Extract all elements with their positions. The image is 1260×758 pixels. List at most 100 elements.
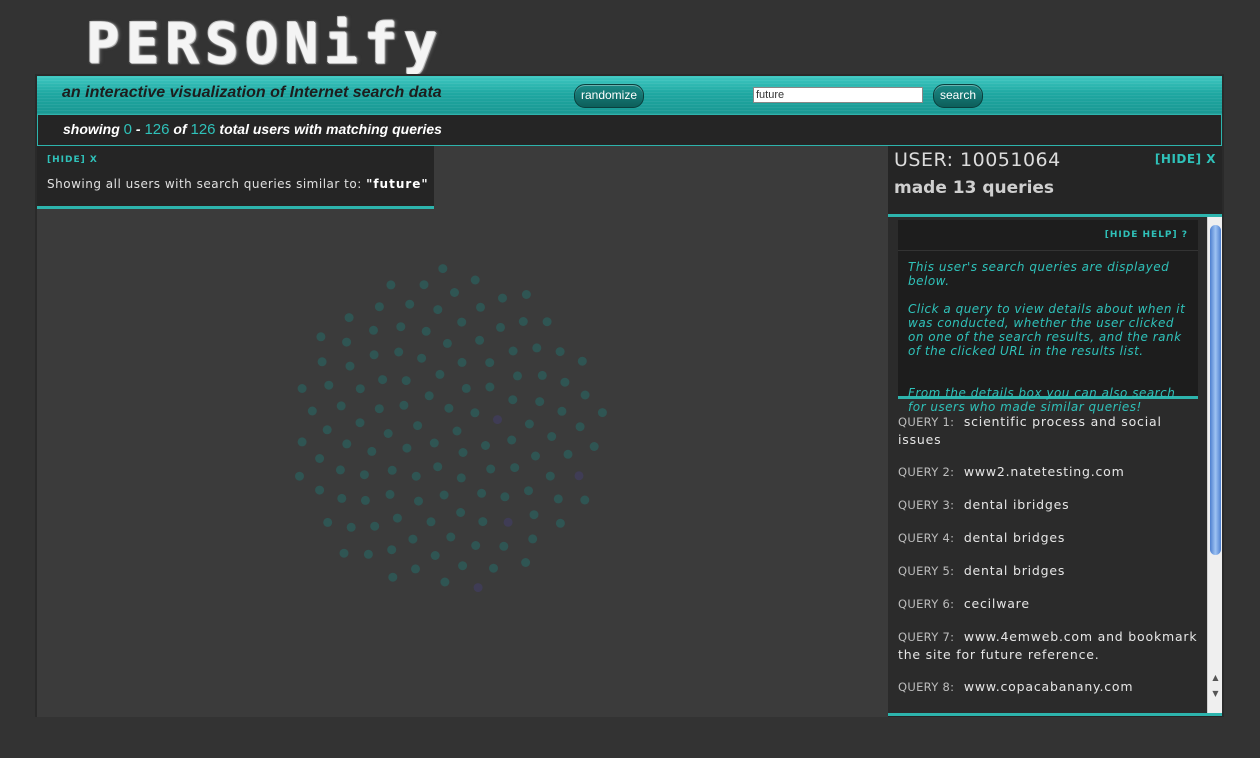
user-dot[interactable]: [367, 446, 377, 456]
user-dots-cloud[interactable]: [37, 146, 888, 717]
user-dot[interactable]: [458, 561, 468, 571]
user-dot[interactable]: [475, 335, 485, 345]
user-dot[interactable]: [399, 400, 409, 410]
query-item[interactable]: QUERY 7: www.4emweb.com and bookmark the…: [898, 628, 1198, 663]
user-dot[interactable]: [560, 377, 570, 387]
user-dot[interactable]: [498, 293, 507, 303]
user-dot[interactable]: [402, 443, 412, 453]
user-dot[interactable]: [411, 564, 420, 574]
user-dot[interactable]: [394, 347, 404, 357]
user-dot[interactable]: [524, 419, 534, 429]
user-dot[interactable]: [355, 384, 365, 394]
user-dot[interactable]: [435, 369, 445, 379]
query-item[interactable]: QUERY 3: dental ibridges: [898, 496, 1198, 514]
user-dot[interactable]: [429, 438, 439, 448]
user-dot[interactable]: [344, 313, 354, 323]
scrollbar[interactable]: ▲ ▼: [1207, 217, 1222, 713]
user-dot[interactable]: [532, 343, 542, 353]
user-dot[interactable]: [297, 384, 307, 393]
user-dot[interactable]: [493, 415, 502, 425]
user-dot[interactable]: [442, 338, 452, 348]
query-item[interactable]: QUERY 6: cecilware: [898, 595, 1198, 613]
user-dot[interactable]: [360, 495, 370, 505]
user-dot[interactable]: [521, 290, 531, 299]
user-dot[interactable]: [439, 490, 449, 500]
query-item[interactable]: QUERY 1: scientific process and social i…: [898, 413, 1198, 448]
user-dot[interactable]: [456, 473, 466, 483]
hide-query-box-link[interactable]: [HIDE] X: [47, 155, 98, 165]
user-dot[interactable]: [542, 317, 552, 327]
user-dot[interactable]: [521, 558, 531, 567]
user-dot[interactable]: [557, 406, 567, 416]
user-dot[interactable]: [481, 441, 490, 450]
user-dot[interactable]: [518, 317, 528, 326]
user-dot[interactable]: [433, 462, 443, 472]
user-dot[interactable]: [450, 288, 459, 297]
user-dot[interactable]: [446, 532, 456, 542]
user-dot[interactable]: [555, 518, 565, 528]
user-dot[interactable]: [315, 454, 325, 463]
user-dot[interactable]: [433, 305, 443, 315]
user-dot[interactable]: [322, 425, 332, 435]
user-dot[interactable]: [388, 572, 398, 582]
randomize-button[interactable]: randomize: [574, 84, 644, 108]
user-dot[interactable]: [486, 464, 496, 474]
user-dot[interactable]: [476, 302, 485, 312]
user-dot[interactable]: [470, 408, 480, 418]
user-dot[interactable]: [335, 465, 345, 475]
user-dot[interactable]: [563, 449, 573, 459]
user-dot[interactable]: [421, 326, 431, 336]
user-dot[interactable]: [507, 435, 517, 445]
search-button[interactable]: search: [933, 84, 983, 108]
user-dot[interactable]: [315, 485, 325, 495]
user-dot[interactable]: [359, 470, 369, 480]
user-dot[interactable]: [346, 522, 356, 532]
user-dot[interactable]: [597, 408, 607, 418]
user-dot[interactable]: [499, 541, 509, 551]
user-dot[interactable]: [444, 403, 454, 413]
user-dot[interactable]: [513, 371, 522, 381]
user-dot[interactable]: [471, 541, 481, 550]
scrollbar-thumb[interactable]: [1210, 225, 1221, 555]
user-dot[interactable]: [385, 489, 395, 499]
user-dot[interactable]: [339, 548, 349, 558]
user-dot[interactable]: [553, 494, 563, 504]
user-dot[interactable]: [426, 517, 436, 527]
user-dot[interactable]: [440, 577, 450, 587]
user-dot[interactable]: [580, 390, 590, 400]
user-dot[interactable]: [307, 406, 317, 416]
user-dot[interactable]: [555, 347, 565, 357]
user-dot[interactable]: [458, 448, 468, 457]
user-dot[interactable]: [457, 357, 467, 367]
user-dot[interactable]: [413, 421, 423, 431]
user-dot[interactable]: [524, 486, 533, 496]
user-dot[interactable]: [323, 517, 333, 527]
query-scroll-area[interactable]: [HIDE HELP] ? This user's search queries…: [888, 217, 1222, 713]
user-dot[interactable]: [374, 404, 384, 414]
user-dot[interactable]: [324, 380, 334, 390]
user-dot[interactable]: [417, 353, 427, 363]
user-dot[interactable]: [477, 488, 487, 498]
user-dot[interactable]: [457, 317, 467, 327]
user-dot[interactable]: [342, 439, 352, 449]
user-dot[interactable]: [438, 264, 448, 274]
user-dot[interactable]: [503, 517, 513, 527]
user-dot[interactable]: [537, 370, 547, 380]
user-dot[interactable]: [574, 471, 584, 481]
user-dot[interactable]: [387, 545, 397, 555]
user-dot[interactable]: [386, 280, 396, 290]
user-dot[interactable]: [528, 534, 538, 544]
user-dot[interactable]: [496, 322, 505, 332]
user-dot[interactable]: [545, 471, 555, 481]
user-dot[interactable]: [478, 517, 488, 527]
user-dot[interactable]: [508, 346, 518, 356]
user-dot[interactable]: [529, 510, 539, 520]
user-dot[interactable]: [414, 496, 423, 506]
user-dot[interactable]: [547, 432, 557, 441]
user-dot[interactable]: [342, 337, 352, 347]
user-dot[interactable]: [485, 382, 495, 392]
user-dot[interactable]: [535, 397, 545, 407]
user-dot[interactable]: [408, 534, 418, 544]
user-dot[interactable]: [369, 325, 378, 335]
user-dot[interactable]: [337, 493, 347, 503]
